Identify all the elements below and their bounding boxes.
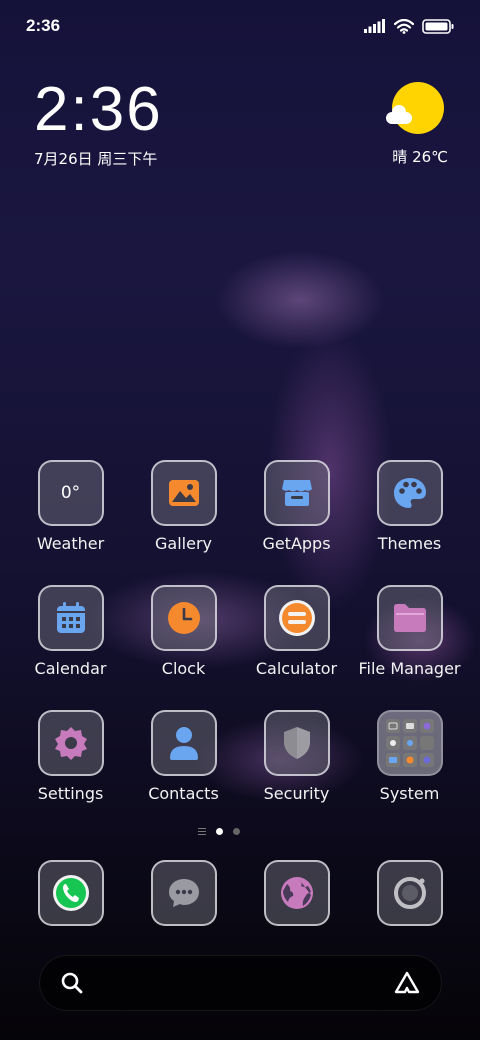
clock-icon xyxy=(150,585,217,651)
clock-time: 2:36 xyxy=(34,75,163,144)
app-label: Settings xyxy=(37,784,104,803)
app-clock[interactable]: Clock xyxy=(127,585,240,710)
app-label: File Manager xyxy=(358,659,461,678)
calendar-icon xyxy=(37,585,104,651)
search-icon[interactable] xyxy=(60,971,84,995)
app-themes[interactable]: Themes xyxy=(353,460,466,585)
sun-icon xyxy=(386,82,444,134)
weather-summary: 晴 26℃ xyxy=(392,148,448,166)
folder-grid-icon xyxy=(376,710,443,776)
app-contacts[interactable]: Contacts xyxy=(127,710,240,835)
battery-icon xyxy=(422,18,454,34)
status-time: 2:36 xyxy=(26,16,61,35)
shield-icon xyxy=(263,710,330,776)
phone-icon xyxy=(37,860,104,926)
signal-icon xyxy=(364,19,385,33)
page-dot xyxy=(233,828,240,835)
dock xyxy=(14,860,466,926)
browser-icon xyxy=(263,860,330,926)
app-file-manager[interactable]: File Manager xyxy=(353,585,466,710)
weather-icon: 0° xyxy=(37,460,104,526)
app-calculator[interactable]: Calculator xyxy=(240,585,353,710)
person-icon xyxy=(150,710,217,776)
dock-phone[interactable] xyxy=(14,860,127,926)
clock-date: 7月26日 周三下午 xyxy=(34,150,158,168)
app-getapps[interactable]: GetApps xyxy=(240,460,353,585)
app-row: Calendar Clock Calculator File Manager xyxy=(14,585,466,710)
status-icons xyxy=(364,18,454,34)
palette-icon xyxy=(376,460,443,526)
camera-icon xyxy=(376,860,443,926)
folder-icon xyxy=(376,585,443,651)
gallery-icon xyxy=(150,460,217,526)
status-bar: 2:36 xyxy=(0,0,480,52)
app-row: Settings Contacts Security System xyxy=(14,710,466,835)
dock-messages[interactable] xyxy=(127,860,240,926)
app-calendar[interactable]: Calendar xyxy=(14,585,127,710)
assistant-icon[interactable] xyxy=(393,971,421,995)
menu-lines-icon xyxy=(198,828,206,835)
search-bar[interactable] xyxy=(39,955,442,1011)
store-icon xyxy=(263,460,330,526)
app-weather[interactable]: 0° Weather xyxy=(14,460,127,585)
dock-browser[interactable] xyxy=(240,860,353,926)
cloud-icon xyxy=(386,105,412,124)
app-label: Security xyxy=(263,784,330,803)
page-dot-active xyxy=(216,828,223,835)
app-gallery[interactable]: Gallery xyxy=(127,460,240,585)
weather-icon-text: 0° xyxy=(60,483,81,503)
app-label: Contacts xyxy=(148,784,219,803)
app-label: Calculator xyxy=(255,659,338,678)
app-grid: 0° Weather Gallery GetApps Themes Calend… xyxy=(14,460,466,835)
app-settings[interactable]: Settings xyxy=(14,710,127,835)
app-label: Weather xyxy=(36,534,105,553)
dock-camera[interactable] xyxy=(353,860,466,926)
app-label: Clock xyxy=(161,659,206,678)
clock-widget[interactable]: 2:36 7月26日 周三下午 xyxy=(34,76,163,169)
app-label: System xyxy=(379,784,440,803)
app-system-folder[interactable]: System xyxy=(353,710,466,835)
app-label: GetApps xyxy=(262,534,331,553)
gear-icon xyxy=(37,710,104,776)
wifi-icon xyxy=(394,18,414,34)
messages-icon xyxy=(150,860,217,926)
weather-widget[interactable]: 晴 26℃ xyxy=(386,82,448,166)
app-security[interactable]: Security xyxy=(240,710,353,835)
calculator-icon xyxy=(263,585,330,651)
app-row: 0° Weather Gallery GetApps Themes xyxy=(14,460,466,585)
page-indicator xyxy=(198,828,240,835)
app-label: Gallery xyxy=(155,534,212,553)
app-label: Calendar xyxy=(34,659,107,678)
app-label: Themes xyxy=(377,534,442,553)
